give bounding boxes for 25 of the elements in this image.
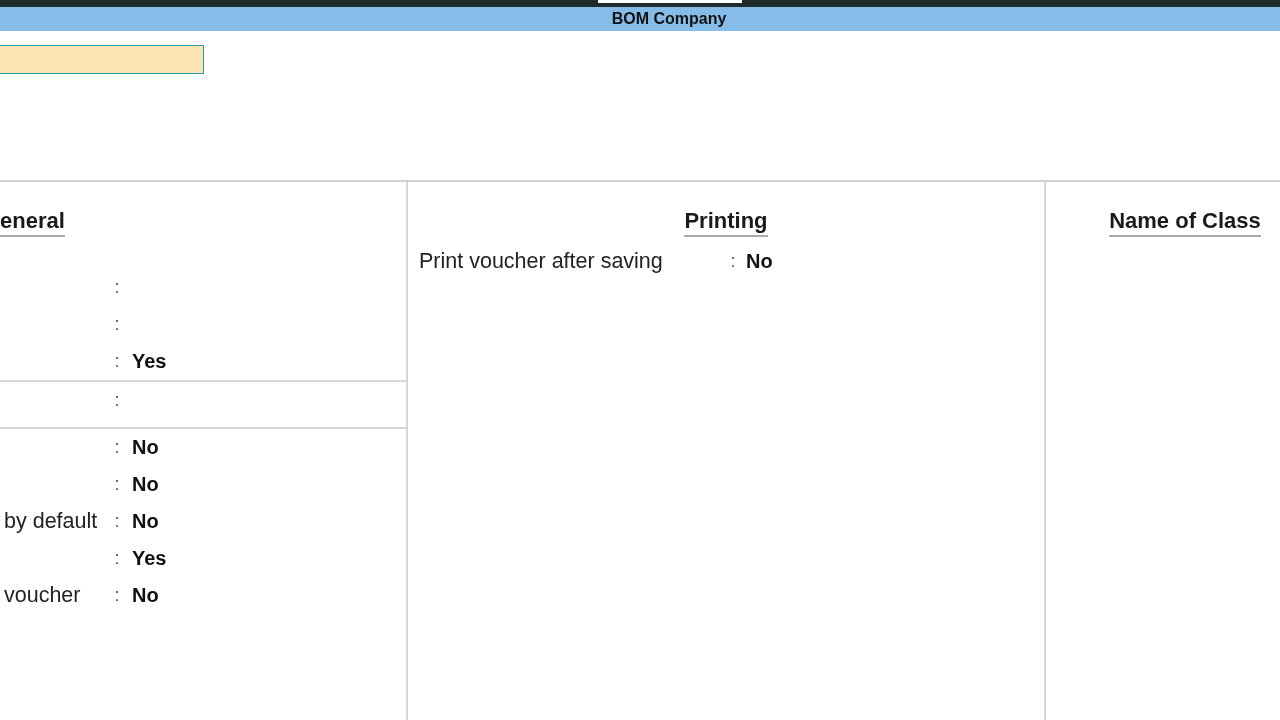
field-value: Yes bbox=[132, 350, 167, 373]
colon: : bbox=[114, 351, 120, 372]
field-label: Print voucher after saving bbox=[419, 249, 663, 274]
field-label: voucher bbox=[4, 583, 81, 608]
colon: : bbox=[114, 585, 120, 606]
colon: : bbox=[114, 390, 120, 411]
colon: : bbox=[114, 548, 120, 569]
section-heading: eneral bbox=[0, 208, 65, 237]
field-value: No bbox=[132, 510, 159, 533]
colon: : bbox=[114, 511, 120, 532]
colon: : bbox=[114, 474, 120, 495]
field-value: Yes bbox=[132, 547, 167, 570]
colon: : bbox=[114, 314, 120, 335]
section-heading: Name of Class bbox=[1109, 208, 1261, 237]
field-value: No bbox=[132, 436, 159, 459]
field-label: by default bbox=[4, 509, 98, 534]
window-title: BOM Company bbox=[611, 10, 727, 28]
field-value: No bbox=[132, 473, 159, 496]
field-value: No bbox=[132, 584, 159, 607]
colon: : bbox=[114, 437, 120, 458]
colon: : bbox=[730, 251, 736, 272]
colon: : bbox=[114, 277, 120, 298]
input-field[interactable] bbox=[0, 45, 204, 74]
field-value: No bbox=[746, 250, 773, 273]
section-heading: Printing bbox=[684, 208, 768, 237]
